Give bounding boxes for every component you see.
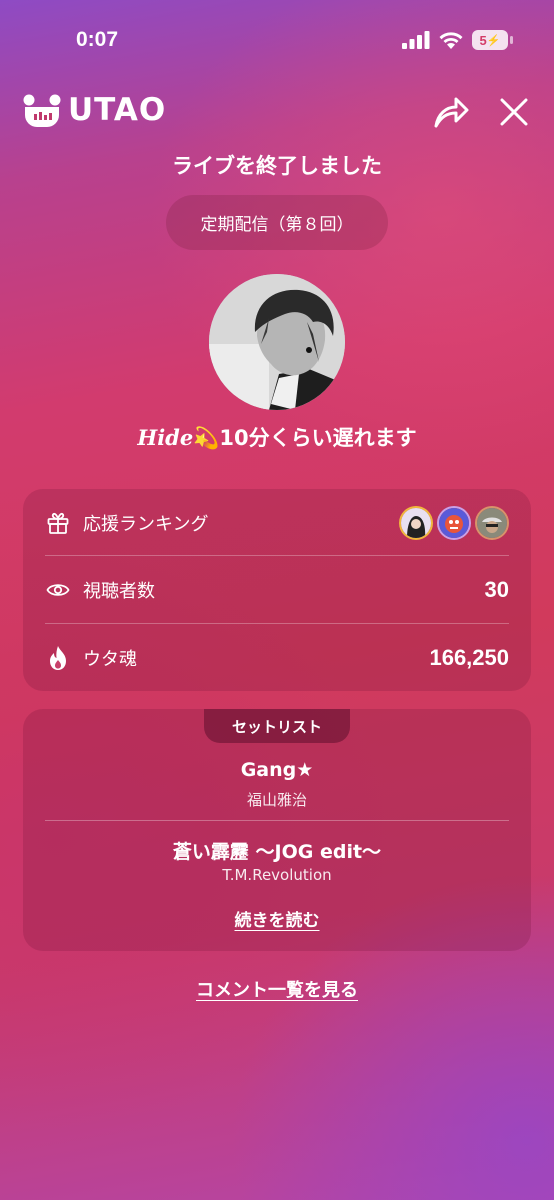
soul-value: 166,250 [429,644,509,670]
close-button[interactable] [494,92,534,132]
rank-3-avatar [475,505,509,540]
battery-icon: 5 ⚡ [472,30,513,50]
broadcast-label: 定期配信（第８回） [166,195,388,250]
ranking-label: 応援ランキング [83,513,209,535]
status-icons: 5 ⚡ [402,30,513,50]
streamer-name-prefix: Hide [137,425,194,450]
viewers-value: 30 [484,576,509,602]
logo-mark-icon [23,94,61,127]
signal-icon [402,31,430,49]
live-ended-title: ライブを終了しました [172,154,382,178]
song-title: 蒼い霹靂 〜JOG edit〜 [172,841,382,863]
share-icon [434,97,469,128]
read-more-link[interactable]: 続きを読む [0,906,554,931]
viewers-row: 視聴者数 30 [45,556,509,623]
setlist-divider [45,820,509,821]
flame-icon [45,645,71,671]
soul-row: ウタ魂 166,250 [45,624,509,691]
rank-1-avatar [399,505,433,540]
ranking-row[interactable]: 応援ランキング [45,489,509,556]
header: UTAO [0,88,554,136]
view-comments-link[interactable]: コメント一覧を見る [0,976,554,1002]
viewers-label: 視聴者数 [83,580,155,602]
utao-logo: UTAO [22,92,166,128]
streamer-avatar [209,274,345,410]
status-time: 0:07 [76,28,119,51]
ranking-avatars [399,505,509,540]
soul-label: ウタ魂 [83,648,137,670]
stats-card: 応援ランキング 視聴者数 30 ウタ魂 166,250 [23,489,531,691]
song-artist: 福山雅治 [246,791,307,809]
streamer-name-rest: 10分くらい遅れます [219,426,417,450]
battery-level: 5 [479,32,487,48]
close-icon [500,98,528,126]
wifi-icon [439,31,463,49]
song-title: Gang★ [240,759,314,781]
gift-icon [45,510,71,536]
rank-2-avatar [437,505,471,540]
share-button[interactable] [430,92,472,132]
status-bar: 0:07 5 ⚡ [0,0,554,80]
streamer-name: Hide💫10分くらい遅れます [0,422,554,452]
eye-icon [45,577,71,603]
song-artist: T.M.Revolution [222,866,332,884]
logo-text: UTAO [68,92,167,128]
sparkle-emoji-icon: 💫 [193,426,220,450]
avatar-portrait-image [209,274,345,410]
setlist-tab: セットリスト [204,709,350,743]
